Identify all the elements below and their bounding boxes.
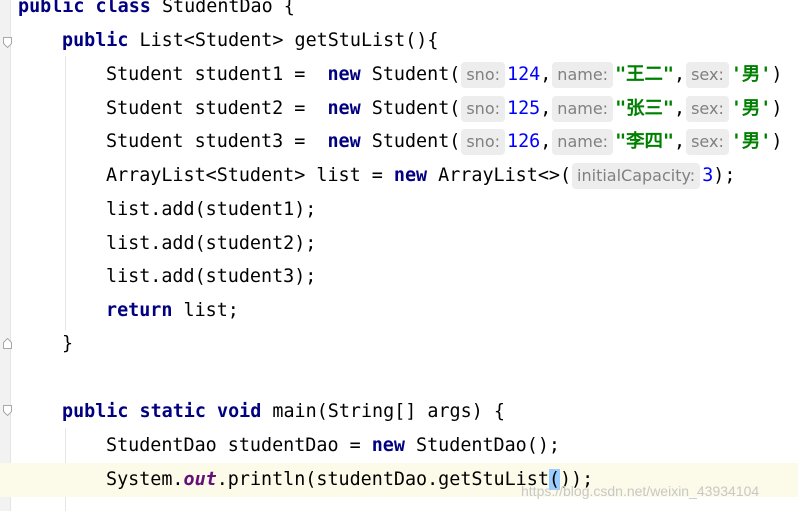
- paren: ): [771, 131, 783, 152]
- declaration: ArrayList<Student> list =: [106, 165, 394, 186]
- param-hint: sno:: [461, 62, 505, 88]
- statement: list;: [172, 300, 239, 321]
- code-line[interactable]: list.add(student1);: [0, 193, 798, 227]
- method-signature: main(String[] args) {: [261, 401, 505, 422]
- param-hint: sex:: [686, 62, 729, 88]
- keyword: new: [371, 435, 405, 456]
- code-line[interactable]: list.add(student3);: [0, 260, 798, 294]
- code-line[interactable]: Student student3 = new Student(sno: 126, n…: [0, 125, 798, 159]
- class-declaration: StudentDao {: [150, 0, 295, 17]
- char-literal: '男': [730, 131, 772, 152]
- char-literal: '男': [730, 64, 772, 85]
- paren: ): [771, 98, 783, 119]
- code-line[interactable]: StudentDao studentDao = new StudentDao()…: [0, 429, 798, 463]
- watermark: https://blog.csdn.net/weixin_43934104: [521, 483, 760, 499]
- type-name: Student: [106, 64, 184, 85]
- param-hint: name:: [552, 96, 614, 122]
- variable: student3 =: [183, 131, 317, 152]
- string-literal: "张三": [615, 98, 674, 119]
- closing-brace: }: [62, 333, 74, 354]
- param-hint: name:: [552, 62, 614, 88]
- code-line[interactable]: public List<Student> getStuList(){: [0, 24, 798, 58]
- code-line[interactable]: Student student1 = new Student(sno: 124, n…: [0, 58, 798, 92]
- code-line[interactable]: Student student2 = new Student(sno: 125, n…: [0, 92, 798, 126]
- constructor-call: ArrayList<>(: [427, 165, 572, 186]
- constructor-call: Student(: [360, 98, 461, 119]
- method-call: .println(studentDao.getStuList: [216, 469, 549, 490]
- keyword: class: [95, 0, 151, 17]
- code-line[interactable]: list.add(student2);: [0, 227, 798, 261]
- keyword: public: [62, 401, 129, 422]
- param-hint: sex:: [686, 129, 729, 155]
- keyword: new: [327, 64, 361, 85]
- code-line[interactable]: public static void main(String[] args) {: [0, 395, 798, 429]
- number-literal: 3: [702, 165, 714, 186]
- param-hint: name:: [552, 129, 614, 155]
- variable: student2 =: [183, 98, 317, 119]
- keyword: return: [106, 300, 173, 321]
- keyword: new: [327, 98, 361, 119]
- number-literal: 126: [507, 131, 541, 152]
- type-name: Student: [106, 98, 184, 119]
- class-reference: System.: [106, 469, 184, 490]
- code-line[interactable]: return list;: [0, 294, 798, 328]
- constructor-call: StudentDao();: [404, 435, 560, 456]
- keyword: public: [18, 0, 85, 17]
- param-hint: sno:: [461, 129, 505, 155]
- string-literal: "李四": [615, 131, 674, 152]
- number-literal: 125: [507, 98, 541, 119]
- keyword: public: [62, 30, 129, 51]
- method-signature: List<Student> getStuList(){: [128, 30, 439, 51]
- param-hint: initialCapacity:: [572, 163, 701, 189]
- char-literal: '男': [730, 98, 772, 119]
- statement-end: );: [713, 165, 736, 186]
- string-literal: "王二": [615, 64, 674, 85]
- param-hint: sno:: [461, 96, 505, 122]
- code-line[interactable]: public class StudentDao {: [0, 0, 798, 24]
- paren: ): [771, 64, 783, 85]
- keyword: new: [393, 165, 428, 186]
- param-hint: sex:: [686, 96, 729, 122]
- code-line[interactable]: }: [0, 327, 798, 361]
- statement: list.add(student1);: [106, 199, 317, 220]
- static-field: out: [183, 469, 217, 490]
- constructor-call: Student(: [360, 64, 461, 85]
- statement: list.add(student3);: [106, 266, 317, 287]
- statement: list.add(student2);: [106, 233, 317, 254]
- code-line[interactable]: ArrayList<Student> list = new ArrayList<…: [0, 159, 798, 193]
- keyword: void: [217, 401, 262, 422]
- number-literal: 124: [507, 64, 541, 85]
- constructor-call: Student(: [360, 131, 461, 152]
- keyword: new: [327, 131, 361, 152]
- keyword: static: [139, 401, 206, 422]
- type-name: Student: [106, 131, 184, 152]
- variable: student1 =: [183, 64, 317, 85]
- declaration: StudentDao studentDao =: [106, 435, 372, 456]
